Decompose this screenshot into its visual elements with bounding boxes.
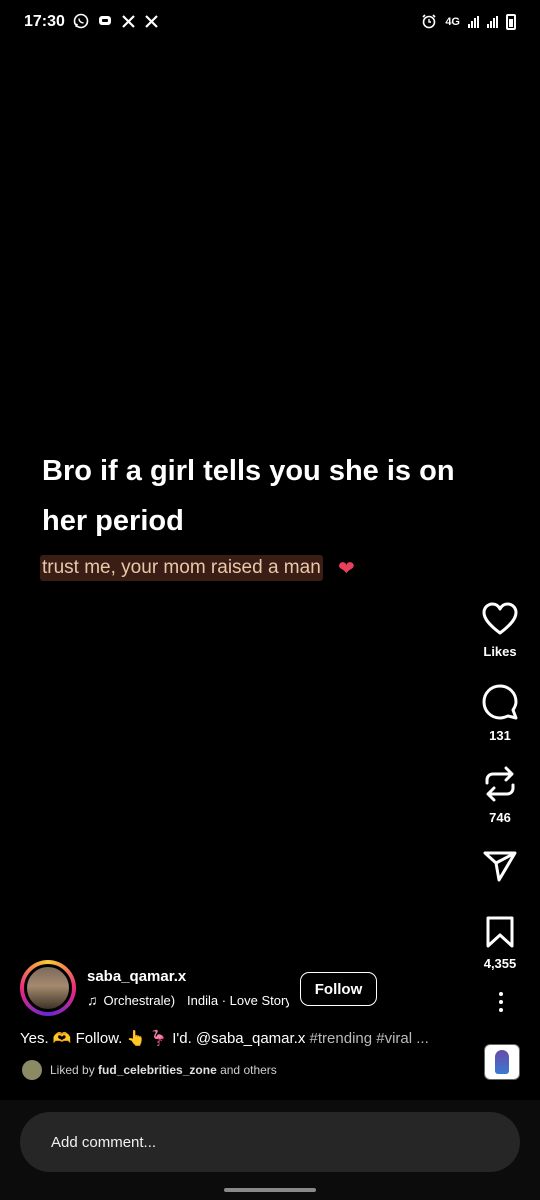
audio-thumbnail[interactable] <box>484 1044 520 1080</box>
home-indicator[interactable] <box>224 1188 316 1192</box>
post-caption[interactable]: Yes. 🫶 Follow. 👆 🦩 I'd. @saba_qamar.x #t… <box>20 1029 429 1047</box>
liked-by-row[interactable]: Liked by fud_celebrities_zone and others <box>22 1060 277 1080</box>
author-username[interactable]: saba_qamar.x <box>87 968 186 985</box>
message-icon <box>97 13 113 31</box>
video-subline: trust me, your mom raised a man <box>40 555 323 581</box>
music-note-icon: ♫ <box>87 992 98 1008</box>
repost-icon <box>485 766 515 802</box>
x-icon <box>121 14 136 31</box>
signal-icon <box>487 16 498 28</box>
heart-emoji-icon: ❤ <box>338 558 355 580</box>
likes-label: Likes <box>483 644 517 659</box>
caption-text: Yes. 🫶 Follow. 👆 🦩 I'd. @saba_qamar.x <box>20 1030 310 1047</box>
x-icon <box>144 14 159 31</box>
liked-by-user: fud_celebrities_zone <box>98 1063 217 1077</box>
follow-button[interactable]: Follow <box>300 972 377 1006</box>
more-options-icon[interactable] <box>496 992 506 1016</box>
reel-screen: 17:30 4G Bro if a girl tells you she is … <box>0 0 540 1200</box>
heart-icon <box>482 602 518 635</box>
liked-by-avatar <box>22 1060 42 1080</box>
liked-by-text: Liked by fud_celebrities_zone and others <box>50 1063 277 1077</box>
share-button[interactable] <box>478 850 522 882</box>
audio-thumbnail-art <box>495 1050 509 1074</box>
audio-track-name: Orchestrale) <box>103 992 176 1008</box>
battery-icon <box>506 14 516 30</box>
audio-artist: Indila · Love Story <box>187 992 289 1008</box>
author-avatar[interactable] <box>20 960 76 1016</box>
network-type: 4G <box>445 16 460 28</box>
status-left: 17:30 <box>24 13 159 31</box>
alarm-icon <box>421 13 437 31</box>
send-icon <box>483 851 517 882</box>
comments-count: 131 <box>489 728 511 743</box>
bookmark-icon <box>486 916 514 948</box>
signal-icon <box>468 16 479 28</box>
status-time: 17:30 <box>24 13 65 30</box>
like-button[interactable]: Likes <box>478 602 522 659</box>
whatsapp-icon <box>73 13 89 31</box>
video-headline: Bro if a girl tells you she is on her pe… <box>42 455 455 537</box>
saves-count: 4,355 <box>483 956 517 971</box>
reposts-count: 746 <box>489 810 511 825</box>
status-bar: 17:30 4G <box>0 0 540 44</box>
avatar-image <box>24 964 72 1012</box>
audio-track-row[interactable]: ♫ Orchestrale) Indila · Love Story <box>87 992 289 1008</box>
comment-input[interactable] <box>20 1112 520 1172</box>
save-button[interactable]: 4,355 <box>478 916 522 971</box>
status-right: 4G <box>421 13 516 31</box>
comment-icon <box>482 684 518 720</box>
repost-button[interactable]: 746 <box>478 766 522 825</box>
comment-button[interactable]: 131 <box>478 684 522 743</box>
caption-hashtags: #trending #viral ... <box>309 1030 429 1047</box>
